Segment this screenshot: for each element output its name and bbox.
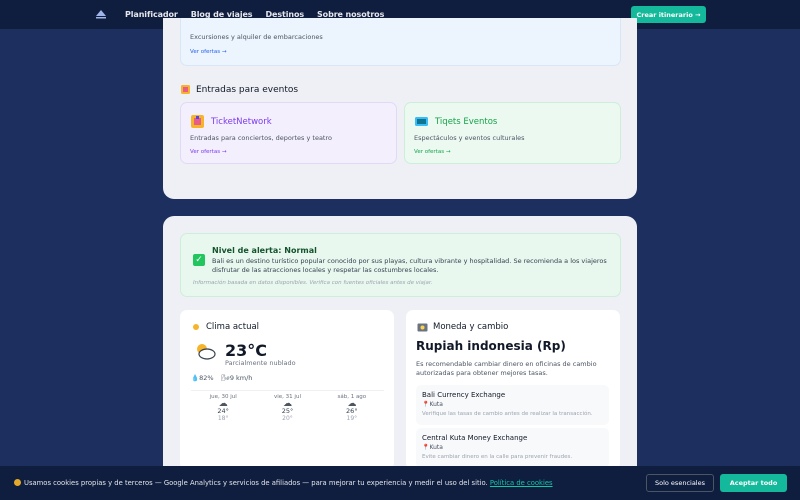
logo-icon[interactable] — [95, 9, 107, 19]
cookie-policy-link[interactable]: Política de cookies — [490, 479, 553, 487]
currency-card: Moneda y cambio Rupiah indonesia (Rp) Es… — [406, 310, 620, 470]
ticketnetwork-name[interactable]: TicketNetwork — [211, 117, 272, 127]
alert-body: Bali es un destino turístico popular con… — [212, 257, 607, 274]
boat-tours-card[interactable]: Excursiones y alquiler de embarcaciones … — [180, 18, 621, 66]
ticket-icon — [191, 115, 204, 128]
forecast-high: 26° — [346, 407, 358, 415]
tiqets-link[interactable]: Ver ofertas → — [414, 149, 450, 155]
cookie-text: Usamos cookies propias y de terceros — G… — [24, 479, 553, 487]
ticketnetwork-name-row: TicketNetwork — [190, 114, 272, 129]
exchange-office-location-text: Kuta — [429, 401, 443, 408]
currency-name: Rupiah indonesia (Rp) — [416, 339, 566, 353]
droplet-icon: 💧 — [191, 374, 200, 382]
ticketnetwork-description: Entradas para conciertos, deportes y tea… — [190, 134, 332, 142]
wind-value: 9 km/h — [229, 374, 253, 382]
ticket-box-icon — [415, 117, 428, 126]
exchange-office-name: Central Kuta Money Exchange — [422, 434, 528, 442]
exchange-office-item[interactable]: Bali Currency Exchange 📍Kuta Verifique l… — [416, 385, 609, 425]
alert-note: Información basada en datos disponibles.… — [193, 280, 433, 286]
partly-cloudy-icon — [197, 343, 216, 360]
money-icon — [417, 323, 428, 331]
exchange-office-location: 📍Kuta — [422, 401, 443, 408]
forecast-high: 24° — [217, 407, 229, 415]
exchange-office-location-text: Kuta — [429, 444, 443, 451]
forecast-day: jue, 30 jul ☁ 24° 18° — [191, 394, 255, 434]
currency-header: Moneda y cambio — [417, 322, 508, 332]
alert-title: Nivel de alerta: Normal — [212, 246, 317, 255]
forecast-low: 18° — [217, 415, 229, 422]
boat-tours-link[interactable]: Ver ofertas → — [190, 49, 226, 55]
ticket-icon — [181, 85, 190, 94]
forecast-day: sáb, 1 ago ☁ 26° 19° — [320, 394, 384, 434]
boat-tours-description: Excursiones y alquiler de embarcaciones — [190, 33, 323, 41]
forecast-low: 19° — [346, 415, 358, 422]
wind-icon: 🌬 — [221, 374, 230, 382]
tiqets-name[interactable]: Tiqets Eventos — [435, 117, 497, 127]
ticketnetwork-card[interactable]: TicketNetwork Entradas para conciertos, … — [180, 102, 397, 164]
exchange-office-name: Bali Currency Exchange — [422, 391, 506, 399]
weather-condition: Parcialmente nublado — [225, 359, 296, 367]
sun-icon — [193, 324, 199, 330]
alert-level-card: ✓ Nivel de alerta: Normal Bali es un des… — [180, 233, 621, 297]
currency-title: Moneda y cambio — [433, 322, 509, 332]
weather-card: Clima actual 23°C Parcialmente nublado 💧… — [180, 310, 394, 470]
weather-metrics: 💧82% 🌬9 km/h — [191, 374, 252, 382]
essential-cookies-button[interactable]: Solo esenciales — [646, 474, 714, 492]
cookie-icon — [14, 479, 21, 486]
humidity-value: 82% — [199, 374, 214, 382]
temperature-value: 23°C — [225, 341, 268, 360]
exchange-office-location: 📍Kuta — [422, 444, 443, 451]
exchange-office-tip: Evite cambiar dinero en la calle para pr… — [422, 454, 573, 460]
forecast-high: 25° — [281, 407, 294, 415]
exchange-office-item[interactable]: Central Kuta Money Exchange 📍Kuta Evite … — [416, 428, 609, 468]
cookie-message: Usamos cookies propias y de terceros — G… — [24, 479, 488, 487]
accept-all-button[interactable]: Aceptar todo — [720, 474, 787, 492]
weather-title: Clima actual — [206, 322, 260, 332]
exchange-office-tip: Verifique las tasas de cambio antes de r… — [422, 411, 593, 417]
tiqets-description: Espectáculos y eventos culturales — [414, 134, 525, 142]
currency-note: Es recomendable cambiar dinero en oficin… — [416, 360, 597, 377]
forecast-strip: jue, 30 jul ☁ 24° 18° vie, 31 jul ☁ 25° … — [191, 390, 384, 434]
events-title-text: Entradas para eventos — [196, 84, 299, 95]
tiqets-name-row: Tiqets Eventos — [414, 114, 497, 129]
temperature-row: 23°C — [193, 341, 267, 360]
check-icon: ✓ — [193, 254, 205, 266]
wind-metric: 🌬9 km/h — [222, 374, 253, 382]
forecast-day: vie, 31 jul ☁ 25° 20° — [255, 394, 319, 434]
weather-header: Clima actual — [191, 322, 259, 332]
events-section-title: Entradas para eventos — [180, 84, 298, 95]
ticketnetwork-link[interactable]: Ver ofertas → — [190, 149, 226, 155]
forecast-low: 20° — [282, 415, 293, 422]
humidity-metric: 💧82% — [191, 374, 214, 382]
tiqets-card[interactable]: Tiqets Eventos Espectáculos y eventos cu… — [404, 102, 621, 164]
create-itinerary-button[interactable]: Crear itinerario → — [631, 6, 706, 23]
